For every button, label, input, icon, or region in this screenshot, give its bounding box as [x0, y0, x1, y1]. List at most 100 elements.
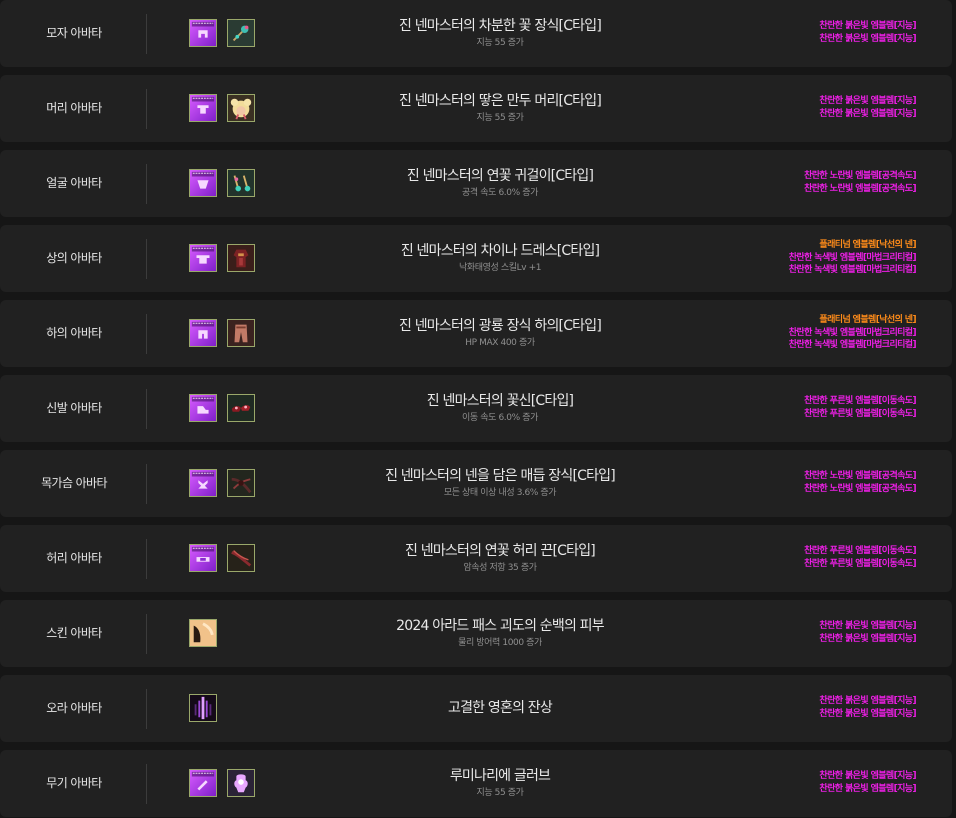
- item-name[interactable]: 루미나리에 글러브: [300, 766, 700, 786]
- clone-weapon-icon[interactable]: [189, 769, 217, 797]
- divider: [146, 764, 147, 804]
- item-option: 공격 속도 6.0% 증가: [462, 188, 538, 198]
- emblem-list: 찬란한 노란빛 엠블렘[공격속도] 찬란한 노란빛 엠블렘[공격속도]: [804, 170, 917, 195]
- item-info: 2024 아라드 패스 괴도의 순백의 피부 물리 방어력 1000 증가: [300, 616, 700, 650]
- item-option: HP MAX 400 증가: [465, 338, 535, 348]
- item-info: 진 넨마스터의 광룡 장식 하의[C타입] HP MAX 400 증가: [300, 316, 700, 350]
- avatar-row[interactable]: 스킨 아바타 2024 아라드 패스 괴도의 순백의 피부 물리 방어력 1000 …: [0, 600, 952, 667]
- divider: [146, 614, 147, 654]
- bright-emblem: 찬란한 노란빛 엠블렘[공격속도]: [804, 471, 917, 481]
- bun-hair-icon[interactable]: [227, 94, 255, 122]
- bright-emblem: 찬란한 붉은빛 엠블렘[지능]: [819, 96, 916, 106]
- divider: [146, 689, 147, 729]
- china-dress-icon[interactable]: [227, 244, 255, 272]
- clone-bottom-icon[interactable]: [189, 319, 217, 347]
- slot-name: 허리 아바타: [46, 551, 102, 565]
- knot-ornament-icon[interactable]: [227, 469, 255, 497]
- lotus-earring-icon[interactable]: [227, 169, 255, 197]
- item-name[interactable]: 고결한 영혼의 잔상: [300, 698, 700, 718]
- flower-shoes-icon[interactable]: [227, 394, 255, 422]
- item-option: 모든 상태 이상 내성 3.6% 증가: [443, 488, 557, 498]
- item-option: 지능 55 증가: [476, 113, 524, 123]
- item-name[interactable]: 진 넨마스터의 광룡 장식 하의[C타입]: [300, 316, 700, 336]
- avatar-row[interactable]: 신발 아바타 진 넨마스터의 꽃신[C타입] 이동 속도 6.0% 증가 찬란한 푸른…: [0, 375, 952, 442]
- bright-emblem: 찬란한 노란빛 엠블렘[공격속도]: [804, 483, 917, 494]
- item-info: 진 넨마스터의 꽃신[C타입] 이동 속도 6.0% 증가: [300, 391, 700, 425]
- slot-name: 신발 아바타: [46, 401, 102, 415]
- item-option: 지능 55 증가: [476, 788, 524, 798]
- divider: [146, 464, 147, 504]
- divider: [146, 14, 147, 54]
- avatar-row[interactable]: 목가슴 아바타 진 넨마스터의 넨을 담은 매듭 장식[C타입] 모든 상태 이상 …: [0, 450, 952, 517]
- clone-top-icon[interactable]: [189, 244, 217, 272]
- slot-name: 오라 아바타: [46, 701, 102, 715]
- slot-name: 하의 아바타: [46, 326, 102, 340]
- bright-emblem: 찬란한 녹색빛 엠블렘[마법크리티컬]: [788, 265, 917, 275]
- bright-emblem: 찬란한 붉은빛 엠블렘[지능]: [819, 108, 916, 119]
- bright-emblem: 찬란한 푸른빛 엠블렘[이동속도]: [804, 558, 917, 569]
- item-name[interactable]: 진 넨마스터의 연꽃 귀걸이[C타입]: [300, 166, 700, 186]
- bright-emblem: 찬란한 붉은빛 엠블렘[지능]: [819, 696, 916, 706]
- divider: [146, 314, 147, 354]
- item-info: 루미나리에 글러브지능 55 증가: [300, 766, 700, 800]
- lotus-belt-icon[interactable]: [227, 544, 255, 572]
- avatar-row[interactable]: 모자 아바타 진 넨마스터의 차분한 꽃 장식[C타입] 지능 55 증가 찬란한 붉…: [0, 0, 952, 67]
- avatar-row[interactable]: 허리 아바타 진 넨마스터의 연꽃 허리 끈[C타입] 암속성 저항 35 증가 찬란…: [0, 525, 952, 592]
- flower-ornament-icon[interactable]: [227, 19, 255, 47]
- item-name[interactable]: 진 넨마스터의 땋은 만두 머리[C타입]: [300, 91, 700, 111]
- item-name[interactable]: 진 넨마스터의 차분한 꽃 장식[C타입]: [300, 16, 700, 36]
- glove-icon[interactable]: [227, 769, 255, 797]
- item-info: 진 넨마스터의 연꽃 귀걸이[C타입] 공격 속도 6.0% 증가: [300, 166, 700, 200]
- emblem-list: 찬란한 푸른빛 엠블렘[이동속도] 찬란한 푸른빛 엠블렘[이동속도]: [804, 395, 917, 420]
- clone-belt-icon[interactable]: [189, 544, 217, 572]
- avatar-row[interactable]: 상의 아바타 진 넨마스터의 차이나 드레스[C타입] 낙화태영성 스킬Lv +1 플…: [0, 225, 952, 292]
- bright-emblem: 찬란한 붉은빛 엠블렘[지능]: [819, 783, 916, 794]
- emblem-list: 찬란한 붉은빛 엠블렘[지능] 찬란한 붉은빛 엠블렘[지능]: [819, 620, 916, 645]
- clone-neck-icon[interactable]: [189, 469, 217, 497]
- divider: [146, 164, 147, 204]
- item-info: 진 넨마스터의 연꽃 허리 끈[C타입] 암속성 저항 35 증가: [300, 541, 700, 575]
- clone-face-icon[interactable]: [189, 169, 217, 197]
- skin-icon[interactable]: [189, 619, 217, 647]
- item-name[interactable]: 2024 아라드 패스 괴도의 순백의 피부: [300, 616, 700, 636]
- item-name[interactable]: 진 넨마스터의 넨을 담은 매듭 장식[C타입]: [300, 466, 700, 486]
- aura-icon[interactable]: [189, 694, 217, 722]
- platinum-emblem: 플래티넘 엠블렘[낙선의 넨]: [819, 240, 916, 250]
- bright-emblem: 찬란한 붉은빛 엠블렘[지능]: [819, 21, 916, 31]
- divider: [146, 239, 147, 279]
- emblem-list: 플래티넘 엠블렘[낙선의 넨] 찬란한 녹색빛 엠블렘[마법크리티컬] 찬란한 녹색…: [788, 239, 917, 277]
- avatar-row[interactable]: 얼굴 아바타 진 넨마스터의 연꽃 귀걸이[C타입] 공격 속도 6.0% 증가 찬란…: [0, 150, 952, 217]
- slot-name: 상의 아바타: [46, 251, 102, 265]
- bright-emblem: 찬란한 녹색빛 엠블렘[마법크리티컬]: [788, 252, 917, 263]
- bright-emblem: 찬란한 붉은빛 엠블렘[지능]: [819, 621, 916, 631]
- bright-emblem: 찬란한 붉은빛 엠블렘[지능]: [819, 633, 916, 644]
- emblem-list: 찬란한 붉은빛 엠블렘[지능] 찬란한 붉은빛 엠블렘[지능]: [819, 95, 916, 120]
- bright-emblem: 찬란한 노란빛 엠블렘[공격속도]: [804, 171, 917, 181]
- bright-emblem: 찬란한 녹색빛 엠블렘[마법크리티컬]: [788, 340, 917, 350]
- slot-name: 스킨 아바타: [46, 626, 102, 640]
- bright-emblem: 찬란한 푸른빛 엠블렘[이동속도]: [804, 546, 917, 556]
- item-info: 고결한 영혼의 잔상: [300, 698, 700, 718]
- bright-emblem: 찬란한 녹색빛 엠블렘[마법크리티컬]: [788, 327, 917, 338]
- slot-name: 머리 아바타: [46, 101, 102, 115]
- dragon-pants-icon[interactable]: [227, 319, 255, 347]
- clone-shoes-icon[interactable]: [189, 394, 217, 422]
- item-option: 암속성 저항 35 증가: [463, 563, 537, 573]
- item-name[interactable]: 진 넨마스터의 차이나 드레스[C타입]: [300, 241, 700, 261]
- clone-hair-icon[interactable]: [189, 94, 217, 122]
- avatar-row[interactable]: 하의 아바타 진 넨마스터의 광룡 장식 하의[C타입] HP MAX 400 증가…: [0, 300, 952, 367]
- emblem-list: 찬란한 붉은빛 엠블렘[지능] 찬란한 붉은빛 엠블렘[지능]: [819, 695, 916, 720]
- slot-name: 목가슴 아바타: [41, 476, 107, 490]
- avatar-row[interactable]: 오라 아바타 고결한 영혼의 잔상 찬란한 붉은빛 엠블렘[지능] 찬란한 붉은빛 엠…: [0, 675, 952, 742]
- avatar-row[interactable]: 무기 아바타 루미나리에 글러브 지능 55 증가 찬란한 붉은빛 엠블렘[지능] 찬란…: [0, 750, 952, 817]
- emblem-list: 플래티넘 엠블렘[낙선의 넨] 찬란한 녹색빛 엠블렘[마법크리티컬] 찬란한 녹색…: [788, 314, 917, 352]
- item-name[interactable]: 진 넨마스터의 꽃신[C타입]: [300, 391, 700, 411]
- clone-hat-icon[interactable]: [189, 19, 217, 47]
- divider: [146, 89, 147, 129]
- bright-emblem: 찬란한 푸른빛 엠블렘[이동속도]: [804, 408, 917, 419]
- item-name[interactable]: 진 넨마스터의 연꽃 허리 끈[C타입]: [300, 541, 700, 561]
- emblem-list: 찬란한 붉은빛 엠블렘[지능] 찬란한 붉은빛 엠블렘[지능]: [819, 770, 916, 795]
- slot-name: 무기 아바타: [46, 776, 102, 790]
- avatar-row[interactable]: 머리 아바타 진 넨마스터의 땋은 만두 머리[C타입] 지능 55 증가 찬란한 붉…: [0, 75, 952, 142]
- bright-emblem: 찬란한 붉은빛 엠블렘[지능]: [819, 33, 916, 44]
